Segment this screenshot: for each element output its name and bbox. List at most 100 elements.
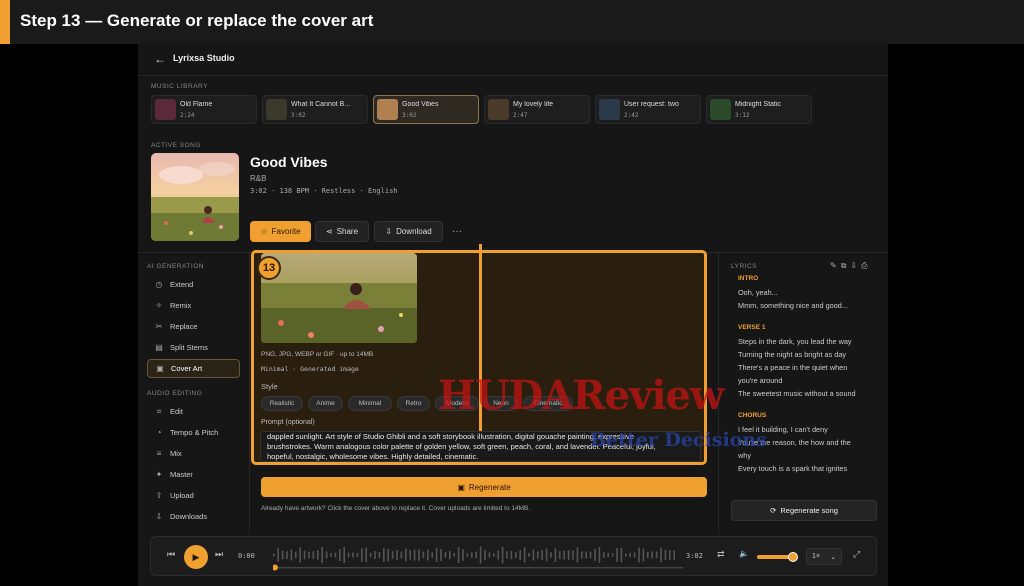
play-button[interactable]: ▶ — [184, 545, 208, 569]
style-chip-realistic[interactable]: Realistic — [261, 396, 303, 411]
speed-select[interactable]: 1× ⌄ — [806, 548, 842, 565]
waveform-bar — [444, 552, 447, 558]
waveform-bar — [405, 548, 407, 562]
app-window: ← Lyrixsa Studio MUSIC LIBRARY Old Flame… — [138, 44, 888, 586]
downloads-icon: ⇩ — [155, 512, 163, 521]
lyrics-toolbar-icons[interactable]: ✎⧉⇩⎙ — [830, 261, 872, 271]
active-song-genre: R&B — [250, 174, 267, 183]
style-chip-retro[interactable]: Retro — [397, 396, 430, 411]
library-song-card[interactable]: Old Flame 2:24 — [151, 95, 257, 124]
lyric-line: The sweetest music without a sound — [738, 389, 856, 398]
cover-art-icon: ▣ — [156, 364, 164, 373]
lyrics-label: LYRICS — [731, 263, 757, 270]
share-button[interactable]: ⋖ Share — [315, 221, 369, 242]
waveform-bar — [462, 549, 464, 561]
tutorial-step-banner: Step 13 — Generate or replace the cover … — [0, 0, 1024, 44]
sidebar-item-tempo-pitch[interactable]: ◔ Tempo & Pitch — [147, 423, 240, 442]
chevron-down-icon: ⌄ — [830, 553, 836, 561]
waveform-bar — [277, 548, 279, 562]
volume-knob[interactable] — [788, 552, 798, 562]
style-chip-anime[interactable]: Anime — [308, 396, 343, 411]
waveform-bar — [506, 551, 508, 559]
back-arrow-icon[interactable]: ← — [154, 52, 166, 66]
waveform-bar — [321, 546, 323, 564]
library-song-card[interactable]: User request: two 2:42 — [595, 95, 701, 124]
regenerate-label: Regenerate — [468, 482, 511, 492]
sidebar-item-replace[interactable]: ✂ Replace — [147, 317, 240, 336]
waveform-scrubber[interactable] — [273, 543, 683, 571]
waveform-bar — [286, 550, 288, 560]
waveform-bar — [413, 549, 416, 561]
song-thumbnail — [488, 99, 509, 120]
waveform-bar — [409, 550, 411, 560]
style-chip-minimal[interactable]: Minimal — [348, 396, 392, 411]
song-name: Good Vibes — [402, 101, 439, 108]
waveform-bar — [493, 553, 495, 557]
active-song-meta: 3:02 · 138 BPM · Restless · English — [250, 187, 398, 195]
volume-icon[interactable]: 🔈 — [739, 549, 749, 558]
waveform-bar — [532, 549, 535, 561]
tempo-pitch-icon: ◔ — [156, 428, 162, 437]
current-time: 0:00 — [238, 552, 255, 560]
lyric-line: why — [738, 451, 751, 460]
waveform-bar — [673, 550, 675, 560]
repeat-icon[interactable]: ⇄ — [717, 549, 725, 560]
waveform-bar — [396, 549, 398, 561]
sidebar-item-mix[interactable]: ≡ Mix — [147, 444, 240, 463]
upload-icon: ⇧ — [155, 491, 163, 500]
cover-upload-footnote: Already have artwork? Click the cover ab… — [261, 505, 531, 512]
sidebar-item-remix[interactable]: ✧ Remix — [147, 296, 240, 315]
waveform-bar — [581, 551, 583, 559]
waveform-bar — [559, 551, 561, 559]
progress-track[interactable] — [273, 567, 683, 569]
sidebar-item-upload[interactable]: ⇧ Upload — [147, 486, 240, 505]
sidebar-item-downloads[interactable]: ⇩ Downloads — [147, 507, 240, 526]
remix-icon: ✧ — [155, 301, 163, 310]
waveform-bar — [343, 546, 345, 564]
previous-track-icon[interactable]: ⏮ — [167, 549, 175, 560]
sidebar-item-extend[interactable]: ◷ Extend — [147, 275, 240, 294]
library-song-card[interactable]: Good Vibes 3:02 — [373, 95, 479, 124]
waveform-bar — [317, 550, 319, 560]
download-button[interactable]: ⇩ Download — [374, 221, 443, 242]
star-icon: ☆ — [260, 227, 268, 236]
next-track-icon[interactable]: ⏭ — [215, 549, 223, 560]
lyric-line: you're around — [738, 376, 783, 385]
sidebar-item-split-stems[interactable]: ▤ Split Stems — [147, 338, 240, 357]
expand-icon[interactable]: ⤢ — [853, 549, 860, 560]
sidebar-item-cover-art[interactable]: ▣ Cover Art — [147, 359, 240, 378]
playhead[interactable] — [273, 564, 278, 571]
music-library-label: MUSIC LIBRARY — [151, 83, 208, 90]
regenerate-song-button[interactable]: ⟳ Regenerate song — [731, 500, 877, 521]
favorite-button[interactable]: ☆ Favorite — [250, 221, 311, 242]
waveform-bar — [391, 551, 394, 559]
more-options-button[interactable]: ··· — [447, 221, 467, 242]
audio-player: ⏮ ▶ ⏭ 0:00 3:02 ⇄ 🔈 1× ⌄ ⤢ — [150, 536, 877, 576]
image-icon: ▣ — [457, 482, 465, 492]
waveform-bar — [383, 548, 385, 562]
library-song-card[interactable]: My lovely life 2:47 — [484, 95, 590, 124]
lyrics-section-heading: CHORUS — [738, 412, 767, 419]
song-name: User request: two — [624, 101, 679, 108]
regenerate-cover-button[interactable]: ▣ Regenerate — [261, 477, 707, 497]
waveform-bar — [361, 548, 363, 562]
waveform-bar — [325, 551, 328, 559]
waveform-bar — [374, 551, 376, 559]
sidebar-item-label: Tempo & Pitch — [170, 428, 219, 437]
library-song-card[interactable]: Midnight Static 3:12 — [706, 95, 812, 124]
waveform-bar — [334, 552, 337, 558]
waveform-bar — [295, 551, 297, 559]
generated-cover-image[interactable] — [261, 253, 417, 343]
active-song-cover[interactable] — [151, 153, 239, 241]
banner-accent-bar — [0, 0, 10, 44]
sidebar-item-edit[interactable]: ⌗ Edit — [147, 402, 240, 421]
sidebar-item-label: Split Stems — [170, 343, 208, 352]
waveform-bar — [299, 547, 301, 563]
waveform-bar — [308, 551, 310, 559]
library-song-card[interactable]: What It Cannot B... 3:02 — [262, 95, 368, 124]
waveform-bar — [576, 547, 579, 563]
sidebar-item-master[interactable]: ✦ Master — [147, 465, 240, 484]
edit-icon: ⌗ — [156, 406, 162, 416]
waveform-bar — [484, 550, 486, 560]
song-thumbnail — [377, 99, 398, 120]
